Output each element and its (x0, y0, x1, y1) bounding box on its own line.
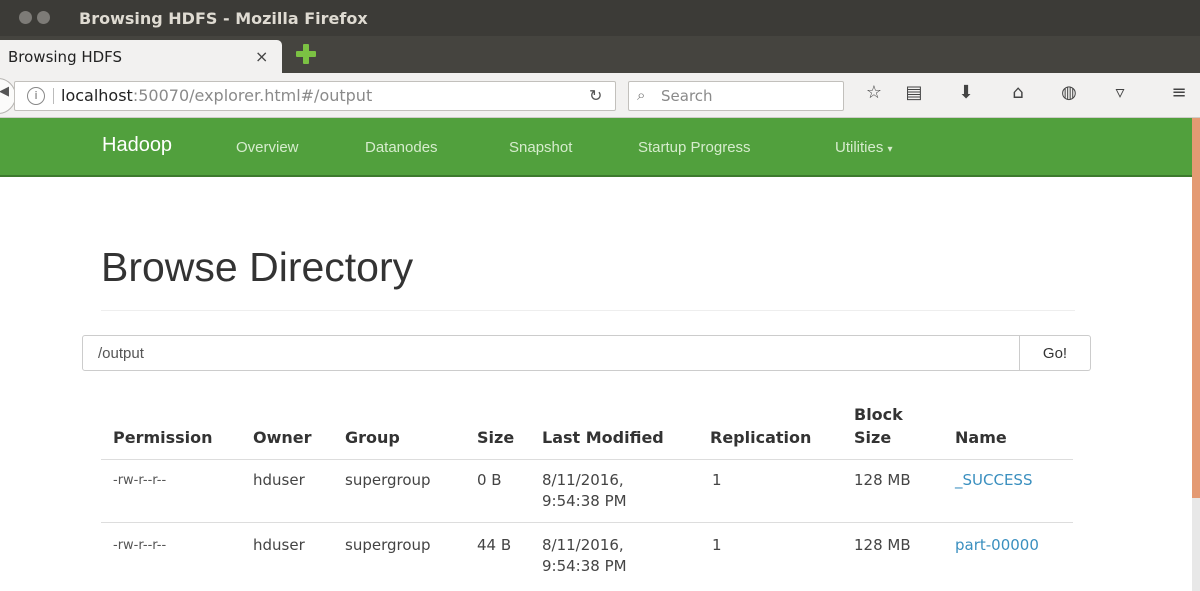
cell-last-modified-date: 8/11/2016, (542, 536, 624, 554)
go-button[interactable]: Go! (1020, 335, 1091, 371)
utilities-label: Utilities (835, 139, 884, 156)
cell-permission: -rw-r--r-- (113, 473, 167, 488)
url-separator (53, 88, 54, 104)
tab-strip: Browsing HDFS × (0, 36, 1200, 73)
column-header-block-size-line2[interactable]: Size (854, 428, 891, 447)
column-header-owner[interactable]: Owner (253, 428, 312, 447)
minimize-window-icon[interactable] (37, 11, 50, 24)
menu-icon[interactable]: ≡ (1168, 82, 1190, 103)
search-bar[interactable]: ⌕ Search (628, 81, 844, 111)
page-title: Browse Directory (101, 244, 414, 290)
window-title: Browsing HDFS - Mozilla Firefox (79, 9, 368, 28)
nav-link-overview[interactable]: Overview (236, 139, 299, 156)
browser-tab[interactable]: Browsing HDFS × (0, 40, 282, 73)
tab-close-icon[interactable]: × (255, 47, 268, 66)
directory-path-input[interactable] (82, 335, 1020, 371)
close-window-icon[interactable] (19, 11, 32, 24)
cell-replication: 1 (712, 536, 722, 554)
search-placeholder: Search (661, 87, 713, 105)
download-icon[interactable]: ⬇ (955, 82, 977, 103)
home-icon[interactable]: ⌂ (1007, 82, 1029, 103)
file-name-link[interactable]: part-00000 (955, 536, 1039, 554)
back-arrow-icon: ◀ (0, 84, 9, 99)
column-header-group[interactable]: Group (345, 428, 400, 447)
cell-block-size: 128 MB (854, 471, 911, 489)
url-host: localhost (61, 86, 133, 105)
tab-label: Browsing HDFS (8, 48, 123, 66)
scrollbar-track-lower (1192, 498, 1200, 591)
cell-size: 44 B (477, 536, 512, 554)
cell-last-modified-time: 9:54:38 PM (542, 557, 627, 575)
cell-group: supergroup (345, 536, 431, 554)
cell-last-modified-time: 9:54:38 PM (542, 492, 627, 510)
column-header-replication[interactable]: Replication (710, 428, 811, 447)
url-text: localhost:50070/explorer.html#/output (61, 86, 372, 105)
url-path: :50070/explorer.html#/output (132, 86, 373, 105)
nav-link-startup-progress[interactable]: Startup Progress (638, 139, 751, 156)
cell-size: 0 B (477, 471, 502, 489)
cell-replication: 1 (712, 471, 722, 489)
reload-icon[interactable]: ↻ (589, 86, 602, 105)
reading-list-icon[interactable]: ▤ (903, 82, 925, 103)
nav-link-utilities[interactable]: Utilities ▾ (835, 139, 893, 156)
pocket-icon[interactable]: ▿ (1109, 82, 1131, 103)
column-header-permission[interactable]: Permission (113, 428, 213, 447)
caret-down-icon: ▾ (887, 144, 893, 155)
file-link-success[interactable]: _SUCCESS (955, 470, 1032, 491)
chat-icon[interactable]: ◍ (1058, 82, 1080, 103)
cell-last-modified-date: 8/11/2016, (542, 471, 624, 489)
column-header-block-size-line1[interactable]: Block (854, 405, 903, 424)
scrollbar-track[interactable] (1192, 118, 1200, 498)
file-name-link[interactable]: _SUCCESS (955, 471, 1032, 489)
title-divider (101, 310, 1075, 311)
column-header-size[interactable]: Size (477, 428, 514, 447)
table-row-rule (101, 522, 1073, 523)
new-tab-icon[interactable] (296, 44, 316, 64)
hadoop-brand[interactable]: Hadoop (102, 134, 172, 157)
column-header-last-modified[interactable]: Last Modified (542, 428, 664, 447)
cell-owner: hduser (253, 471, 305, 489)
hadoop-navbar: Hadoop Overview Datanodes Snapshot Start… (0, 118, 1192, 177)
bookmark-star-icon[interactable]: ☆ (863, 82, 885, 103)
file-link-part[interactable]: part-00000 (955, 535, 1039, 556)
cell-block-size: 128 MB (854, 536, 911, 554)
cell-permission: -rw-r--r-- (113, 538, 167, 553)
window-titlebar: Browsing HDFS - Mozilla Firefox (0, 0, 1200, 36)
column-header-name[interactable]: Name (955, 428, 1007, 447)
cell-group: supergroup (345, 471, 431, 489)
nav-link-datanodes[interactable]: Datanodes (365, 139, 438, 156)
nav-link-snapshot[interactable]: Snapshot (509, 139, 572, 156)
site-info-icon[interactable]: i (27, 87, 45, 105)
url-bar[interactable]: i localhost:50070/explorer.html#/output … (14, 81, 616, 111)
search-icon: ⌕ (637, 86, 646, 104)
table-header-rule (101, 459, 1073, 460)
cell-owner: hduser (253, 536, 305, 554)
